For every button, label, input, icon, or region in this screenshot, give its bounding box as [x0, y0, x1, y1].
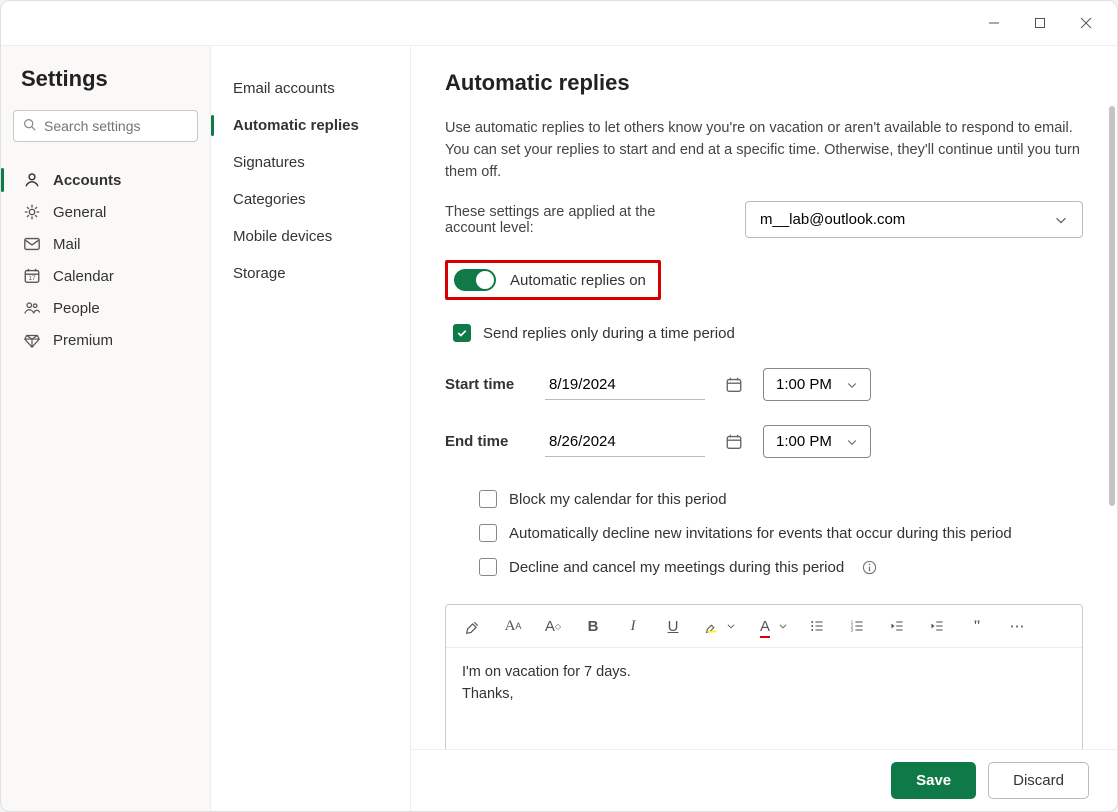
page-description: Use automatic replies to let others know… [445, 118, 1083, 183]
person-icon [23, 171, 41, 189]
svg-text:3: 3 [851, 628, 854, 634]
editor-toolbar: AA A◇ B I U A 12 [446, 605, 1082, 648]
mid-storage[interactable]: Storage [211, 255, 410, 292]
accounts-subsidebar: Email accounts Automatic replies Signatu… [211, 46, 411, 811]
more-options-icon[interactable]: ⋯ [1006, 615, 1028, 637]
nav-label: People [53, 300, 100, 317]
account-selected: m__lab@outlook.com [760, 211, 905, 228]
nav-label: Accounts [53, 172, 121, 189]
highlight-icon [702, 615, 724, 637]
nav-people[interactable]: People [13, 292, 198, 324]
footer-actions: Save Discard [411, 749, 1117, 811]
cancel-meetings-label: Decline and cancel my meetings during th… [509, 559, 844, 576]
account-level-label: These settings are applied at the accoun… [445, 204, 705, 236]
maximize-button[interactable] [1017, 7, 1063, 39]
block-calendar-checkbox[interactable] [479, 490, 497, 508]
chevron-down-icon [778, 621, 788, 631]
indent-icon[interactable] [926, 615, 948, 637]
discard-button[interactable]: Discard [988, 762, 1089, 799]
numbered-list-icon[interactable]: 123 [846, 615, 868, 637]
nav-label: Premium [53, 332, 113, 349]
bold-icon[interactable]: B [582, 615, 604, 637]
mid-mobile-devices[interactable]: Mobile devices [211, 218, 410, 255]
font-size-icon[interactable]: A◇ [542, 615, 564, 637]
decline-new-checkbox[interactable] [479, 524, 497, 542]
quote-icon[interactable]: " [966, 615, 988, 637]
calendar-icon: 17 [23, 267, 41, 285]
search-input[interactable] [13, 110, 198, 142]
chevron-down-icon [846, 436, 858, 448]
people-icon [23, 299, 41, 317]
nav-accounts[interactable]: Accounts [13, 164, 198, 196]
settings-sidebar: Settings Accounts General [1, 46, 211, 811]
bullet-list-icon[interactable] [806, 615, 828, 637]
cancel-meetings-checkbox[interactable] [479, 558, 497, 576]
automatic-replies-toggle[interactable] [454, 269, 496, 291]
nav-label: Mail [53, 236, 81, 253]
nav-premium[interactable]: Premium [13, 324, 198, 356]
calendar-picker-icon[interactable] [725, 433, 743, 451]
minimize-button[interactable] [971, 7, 1017, 39]
toggle-label: Automatic replies on [510, 272, 646, 289]
gear-icon [23, 203, 41, 221]
font-color-dropdown[interactable]: A [754, 615, 788, 637]
chevron-down-icon [846, 379, 858, 391]
end-date-input[interactable] [545, 427, 705, 457]
nav-label: Calendar [53, 268, 114, 285]
diamond-icon [23, 331, 41, 349]
start-date-input[interactable] [545, 370, 705, 400]
reply-editor: AA A◇ B I U A 12 [445, 604, 1083, 749]
highlight-dropdown[interactable] [702, 615, 736, 637]
search-icon [23, 118, 36, 131]
save-button[interactable]: Save [891, 762, 976, 799]
start-time-dropdown[interactable]: 1:00 PM [763, 368, 871, 401]
end-time-label: End time [445, 433, 525, 450]
mail-icon [23, 235, 41, 253]
calendar-picker-icon[interactable] [725, 376, 743, 394]
nav-label: General [53, 204, 106, 221]
automatic-replies-toggle-row: Automatic replies on [445, 260, 661, 300]
time-period-checkbox[interactable] [453, 324, 471, 342]
decline-new-label: Automatically decline new invitations fo… [509, 525, 1012, 542]
mid-email-accounts[interactable]: Email accounts [211, 70, 410, 107]
mid-signatures[interactable]: Signatures [211, 144, 410, 181]
main-panel: Automatic replies Use automatic replies … [411, 46, 1117, 811]
start-time-label: Start time [445, 376, 525, 393]
font-color-icon: A [754, 615, 776, 637]
paint-format-icon[interactable] [462, 615, 484, 637]
chevron-down-icon [1054, 213, 1068, 227]
reply-body[interactable]: I'm on vacation for 7 days. Thanks, [446, 648, 1082, 749]
vertical-scrollbar[interactable] [1109, 106, 1115, 506]
window-titlebar [1, 1, 1117, 45]
end-time-dropdown[interactable]: 1:00 PM [763, 425, 871, 458]
settings-title: Settings [21, 66, 190, 92]
italic-icon[interactable]: I [622, 615, 644, 637]
chevron-down-icon [726, 621, 736, 631]
outdent-icon[interactable] [886, 615, 908, 637]
info-icon[interactable] [862, 560, 877, 575]
svg-text:17: 17 [28, 275, 36, 282]
nav-calendar[interactable]: 17 Calendar [13, 260, 198, 292]
mid-automatic-replies[interactable]: Automatic replies [211, 107, 410, 144]
nav-mail[interactable]: Mail [13, 228, 198, 260]
account-dropdown[interactable]: m__lab@outlook.com [745, 201, 1083, 238]
block-calendar-label: Block my calendar for this period [509, 491, 727, 508]
underline-icon[interactable]: U [662, 615, 684, 637]
page-heading: Automatic replies [445, 70, 1083, 96]
nav-general[interactable]: General [13, 196, 198, 228]
mid-categories[interactable]: Categories [211, 181, 410, 218]
toggle-knob [476, 271, 494, 289]
close-button[interactable] [1063, 7, 1109, 39]
time-period-label: Send replies only during a time period [483, 325, 735, 342]
font-family-icon[interactable]: AA [502, 615, 524, 637]
